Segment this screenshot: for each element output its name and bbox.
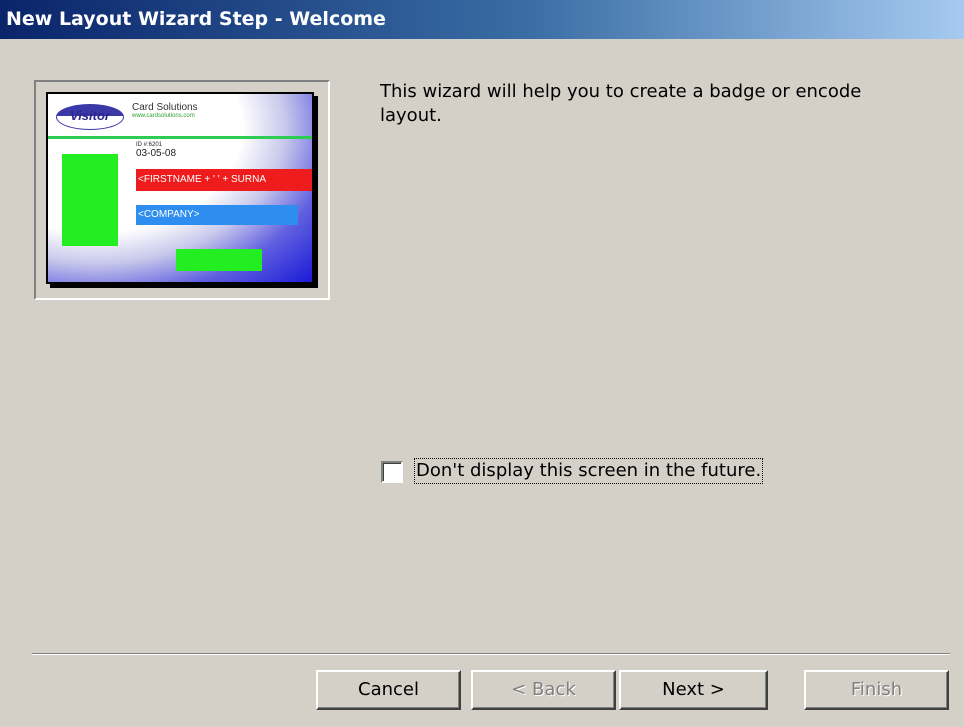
- cancel-button[interactable]: Cancel: [316, 670, 461, 710]
- badge-photo-placeholder: [62, 154, 118, 246]
- badge-barcode-placeholder: [176, 249, 262, 271]
- badge-company-field: <COMPANY>: [136, 205, 298, 225]
- dont-display-checkbox[interactable]: [381, 461, 403, 483]
- visitor-logo-text: Visitor: [70, 108, 110, 123]
- badge-date: 03-05-08: [136, 148, 177, 159]
- badge-divider: [48, 136, 312, 139]
- window-title: New Layout Wizard Step - Welcome: [0, 0, 964, 39]
- button-separator: [32, 653, 950, 655]
- badge-company-name: Card Solutions: [132, 102, 198, 113]
- next-button[interactable]: Next >: [619, 670, 768, 710]
- wizard-intro-text: This wizard will help you to create a ba…: [380, 81, 862, 126]
- finish-button[interactable]: Finish: [804, 670, 949, 710]
- badge-preview-frame: Visitor Card Solutions www.cardsolutions…: [34, 80, 330, 300]
- back-button[interactable]: < Back: [471, 670, 616, 710]
- badge-name-field: <FIRSTNAME + ' ' + SURNA: [136, 169, 312, 191]
- badge-company-url: www.cardsolutions.com: [132, 113, 195, 119]
- badge-preview: Visitor Card Solutions www.cardsolutions…: [46, 92, 314, 284]
- dont-display-label[interactable]: Don't display this screen in the future.: [413, 458, 764, 484]
